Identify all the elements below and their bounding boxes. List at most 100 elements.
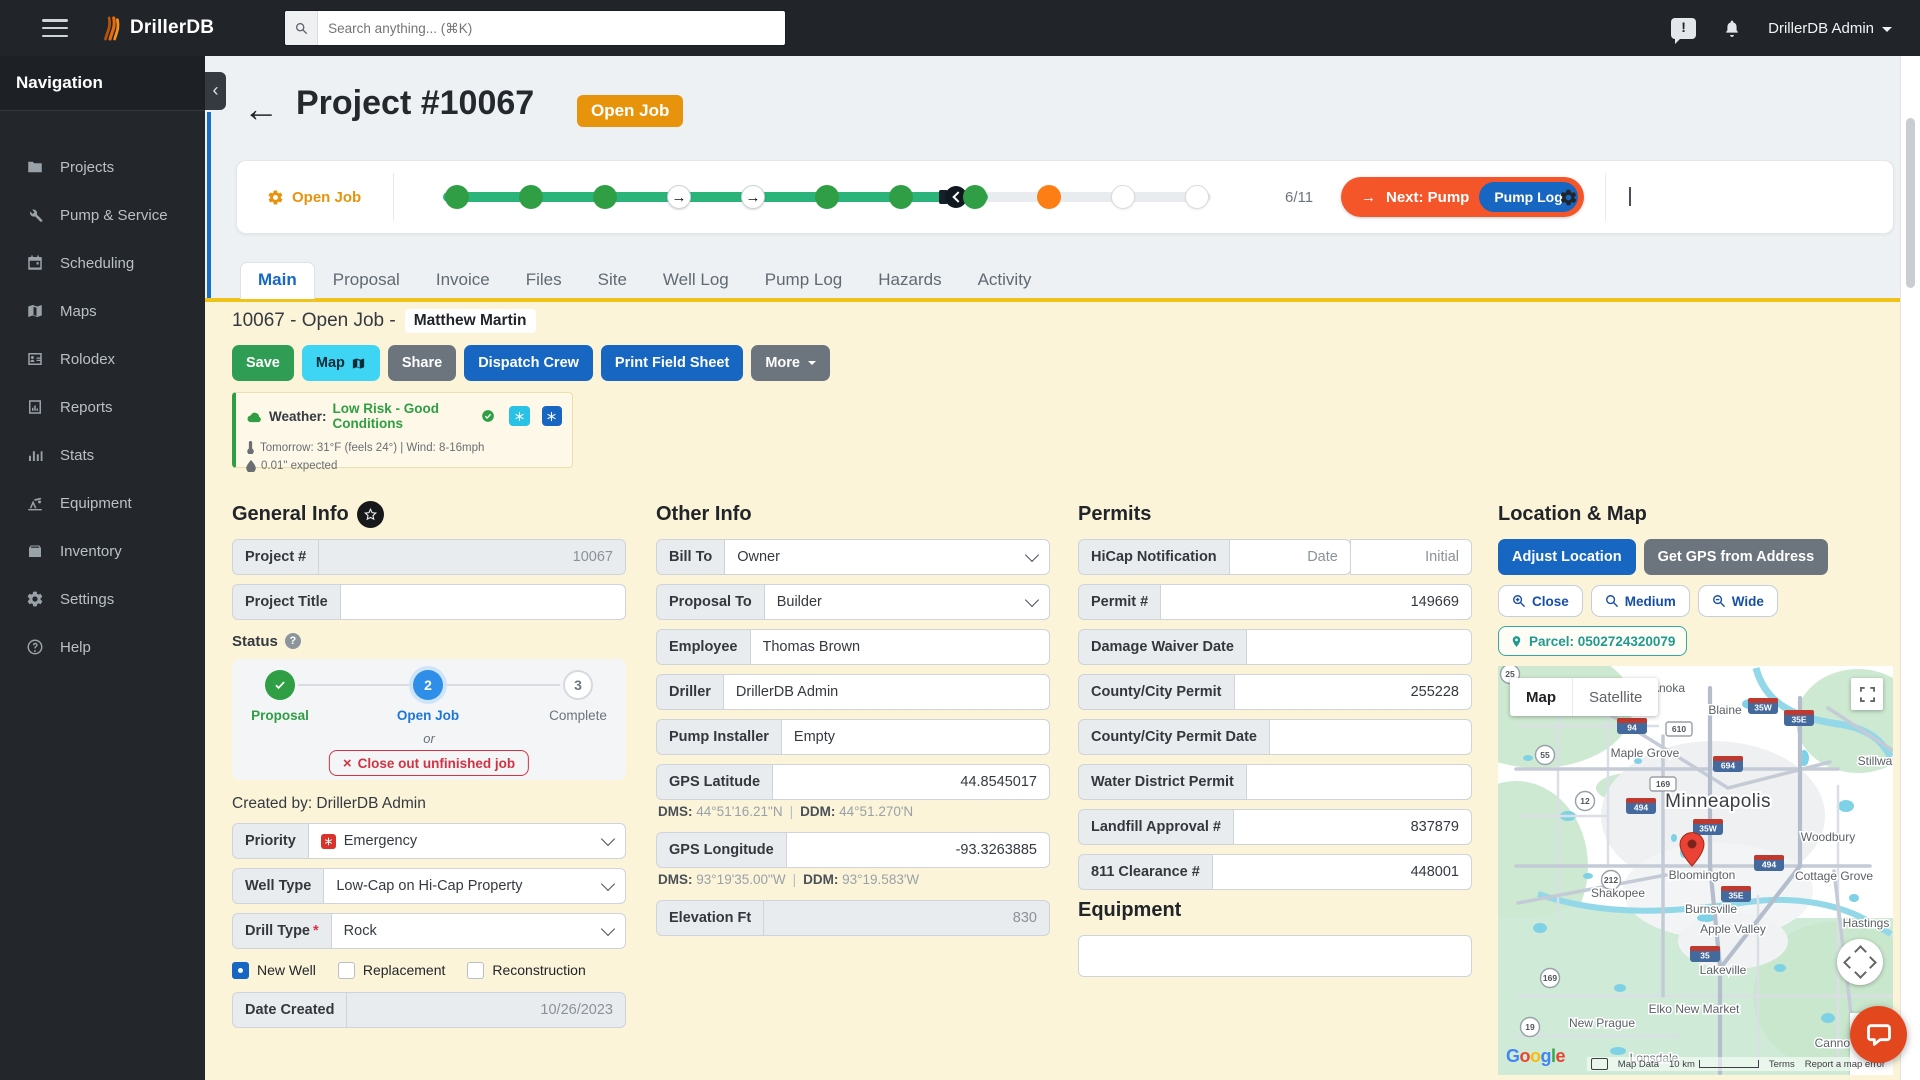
bill-to-select[interactable]: Owner (725, 539, 1050, 575)
map-fullscreen-button[interactable] (1851, 678, 1883, 710)
gps-longitude-input[interactable] (787, 832, 1050, 868)
progress-step-5[interactable] (741, 185, 765, 209)
progress-step-2[interactable] (519, 185, 543, 209)
equipment-input[interactable] (1078, 935, 1472, 977)
county-permit-date-input[interactable] (1270, 719, 1472, 755)
live-chat-button[interactable] (1850, 1006, 1907, 1063)
map-view-button[interactable]: Map (1510, 678, 1572, 716)
progress-step-8[interactable] (963, 185, 987, 209)
sidebar-item-reports[interactable]: Reports (0, 383, 205, 431)
proposal-to-select[interactable]: Builder (765, 584, 1050, 620)
priority-select[interactable]: Emergency (309, 823, 626, 859)
progress-step-11[interactable] (1185, 185, 1209, 209)
employee-input[interactable] (751, 629, 1051, 665)
share-button[interactable]: Share (388, 345, 456, 381)
progress-settings-button[interactable] (1559, 161, 1578, 233)
snowflake-button-light[interactable] (509, 406, 530, 426)
progress-step-7[interactable] (889, 185, 913, 209)
tab-main[interactable]: Main (240, 262, 315, 299)
map-canvas[interactable]: 25946105535W35E6941691249435W21249435E35… (1498, 666, 1893, 1075)
zoom-medium-button[interactable]: Medium (1591, 585, 1690, 617)
sidebar-item-projects[interactable]: Projects (0, 143, 205, 191)
progress-step-1[interactable] (445, 185, 469, 209)
adjust-location-button[interactable]: Adjust Location (1498, 539, 1636, 575)
sidebar-item-equipment[interactable]: Equipment (0, 479, 205, 527)
zoom-wide-button[interactable]: Wide (1698, 585, 1778, 617)
page-scrollbar[interactable] (1900, 56, 1920, 1080)
reconstruction-checkbox[interactable] (467, 962, 484, 979)
more-button[interactable]: More (751, 345, 830, 381)
brand[interactable]: DrillerDB (100, 15, 214, 41)
sidebar-collapse-button[interactable] (205, 72, 226, 110)
sidebar-title: Navigation (0, 56, 205, 111)
hicap-initial-input[interactable] (1350, 539, 1472, 575)
satellite-view-button[interactable]: Satellite (1572, 678, 1658, 716)
driller-input[interactable] (724, 674, 1050, 710)
map-pan-control[interactable] (1837, 939, 1883, 985)
hicap-date-input[interactable] (1230, 539, 1351, 575)
tab-proposal[interactable]: Proposal (315, 262, 418, 299)
sidebar-item-maps[interactable]: Maps (0, 287, 205, 335)
tab-activity[interactable]: Activity (960, 262, 1050, 299)
zoom-close-button[interactable]: Close (1498, 585, 1583, 617)
dispatch-crew-button[interactable]: Dispatch Crew (464, 345, 593, 381)
pump-installer-input[interactable] (782, 719, 1050, 755)
progress-expand-button[interactable] (1629, 187, 1631, 205)
progress-step-4[interactable] (667, 185, 691, 209)
sidebar-item-help[interactable]: Help (0, 623, 205, 671)
sidebar-item-stats[interactable]: Stats (0, 431, 205, 479)
sidebar-item-scheduling[interactable]: Scheduling (0, 239, 205, 287)
sidebar-item-settings[interactable]: Settings (0, 575, 205, 623)
progress-step-9[interactable] (1037, 185, 1061, 209)
snowflake-button-dark[interactable] (542, 406, 563, 426)
project-title-input[interactable] (341, 584, 626, 620)
user-menu[interactable]: DrillerDB Admin (1768, 20, 1892, 37)
tab-pump-log[interactable]: Pump Log (747, 262, 861, 299)
sidebar-item-pump-service[interactable]: Pump & Service (0, 191, 205, 239)
well-type-select[interactable]: Low-Cap on Hi-Cap Property (324, 868, 626, 904)
map-button[interactable]: Map (302, 345, 380, 381)
tab-well-log[interactable]: Well Log (645, 262, 747, 299)
get-gps-button[interactable]: Get GPS from Address (1644, 539, 1829, 575)
search-input[interactable] (318, 11, 785, 45)
clearance-input[interactable] (1213, 854, 1472, 890)
damage-waiver-input[interactable] (1247, 629, 1472, 665)
favorite-button[interactable] (357, 501, 384, 528)
save-button[interactable]: Save (232, 345, 294, 381)
map-terms-link[interactable]: Terms (1769, 1059, 1795, 1070)
gps-latitude-input[interactable] (773, 764, 1050, 800)
county-permit-input[interactable] (1235, 674, 1472, 710)
step-open-job-circle[interactable]: 2 (413, 670, 443, 700)
progress-step-10[interactable] (1111, 185, 1135, 209)
new-well-checkbox[interactable] (232, 962, 249, 979)
assignee-name[interactable]: Matthew Martin (406, 310, 535, 332)
parcel-badge[interactable]: Parcel: 0502724320079 (1498, 626, 1687, 656)
global-search[interactable] (284, 10, 786, 46)
tab-site[interactable]: Site (580, 262, 645, 299)
progress-step-3[interactable] (593, 185, 617, 209)
sidebar-item-inventory[interactable]: Inventory (0, 527, 205, 575)
replacement-checkbox[interactable] (338, 962, 355, 979)
sidebar-item-rolodex[interactable]: Rolodex (0, 335, 205, 383)
permit-number-input[interactable] (1161, 584, 1472, 620)
tab-hazards[interactable]: Hazards (860, 262, 959, 299)
help-icon[interactable] (285, 633, 301, 649)
scrollbar-thumb[interactable] (1906, 118, 1915, 288)
tab-files[interactable]: Files (508, 262, 580, 299)
landfill-input[interactable] (1234, 809, 1472, 845)
tab-invoice[interactable]: Invoice (418, 262, 508, 299)
print-field-sheet-button[interactable]: Print Field Sheet (601, 345, 743, 381)
progress-step-6[interactable] (815, 185, 839, 209)
water-district-input[interactable] (1247, 764, 1472, 800)
next-stage-button[interactable]: Next: Pump Pump Log (1341, 177, 1584, 217)
feedback-icon[interactable] (1671, 18, 1696, 39)
notifications-bell-icon[interactable] (1722, 18, 1742, 39)
close-out-job-button[interactable]: Close out unfinished job (329, 750, 529, 776)
back-button[interactable] (243, 88, 279, 130)
step-proposal-circle[interactable] (265, 670, 295, 700)
hamburger-menu-icon[interactable] (42, 19, 68, 37)
drill-type-select[interactable]: Rock (332, 913, 626, 949)
step-complete-circle[interactable]: 3 (563, 670, 593, 700)
pump-installer-row: Pump Installer (656, 719, 1050, 755)
keyboard-icon[interactable] (1591, 1058, 1608, 1070)
